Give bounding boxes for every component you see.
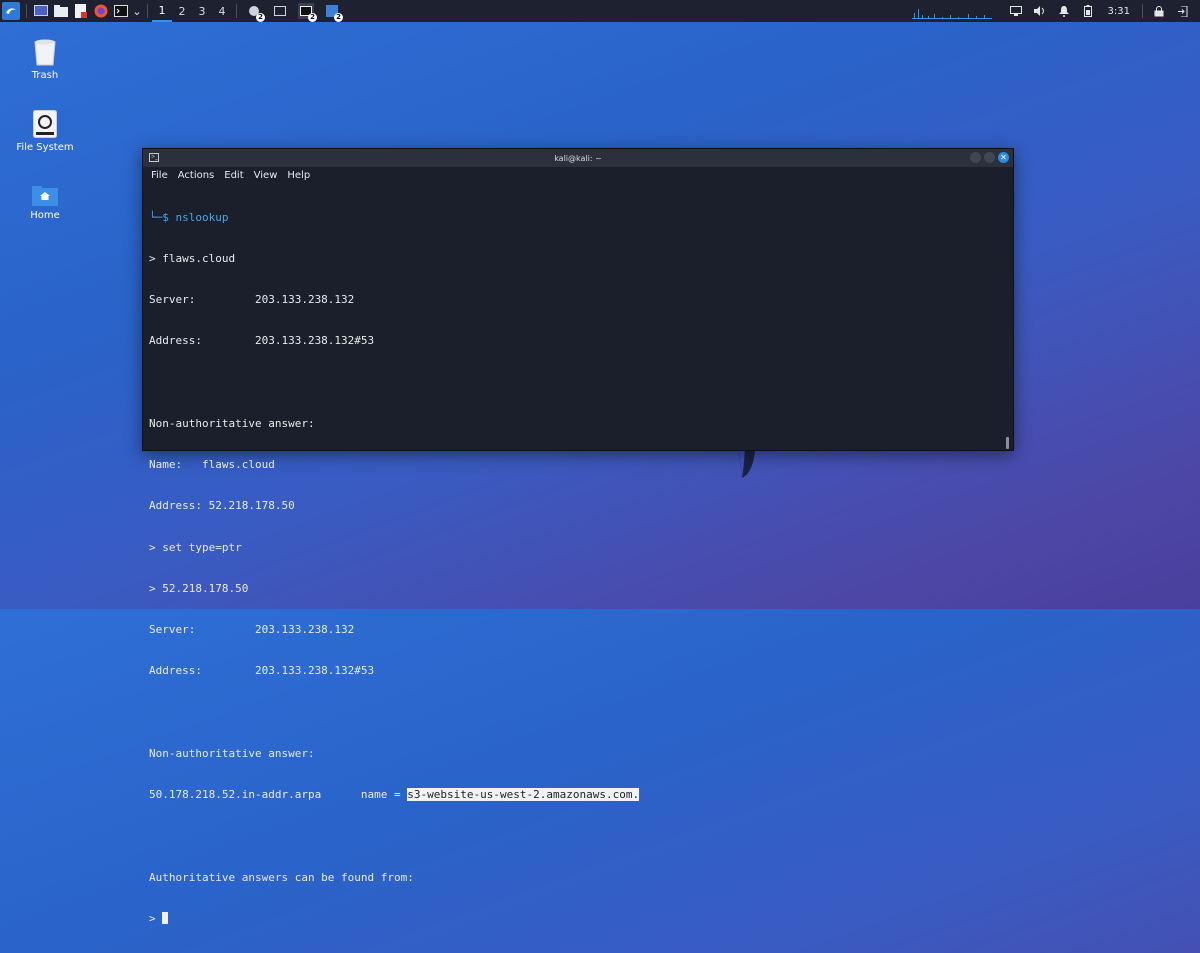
desktop-icon-home[interactable]: Home	[5, 186, 85, 221]
firefox-icon[interactable]	[93, 3, 109, 19]
selected-hostname[interactable]: s3-website-us-west-2.amazonaws.com.	[407, 788, 640, 801]
desktop-icon-label: File System	[16, 142, 74, 153]
ptr-record-text: 50.178.218.52.in-addr.arpa name =	[149, 788, 408, 801]
window-button-group-4[interactable]: 2	[324, 3, 343, 22]
separator	[26, 4, 27, 18]
input-prompt: >	[149, 911, 163, 925]
desktop-icon-label: Trash	[31, 70, 59, 81]
maximize-button[interactable]	[984, 152, 995, 163]
battery-icon[interactable]	[1081, 4, 1095, 18]
terminal-line: > set type=ptr	[149, 540, 242, 554]
terminal-launcher-icon[interactable]	[113, 3, 129, 19]
trash-icon	[34, 39, 56, 66]
terminal-line: Authoritative answers can be found from:	[149, 870, 414, 884]
window-button-group-2[interactable]	[272, 3, 288, 19]
notification-bell-icon[interactable]	[1057, 4, 1071, 18]
scrollbar[interactable]	[1006, 437, 1009, 449]
terminal-line: Name: flaws.cloud	[149, 458, 275, 471]
volume-icon[interactable]	[1033, 4, 1047, 18]
menu-view[interactable]: View	[254, 170, 278, 181]
desktop-icon-trash[interactable]: Trash	[5, 38, 85, 81]
terminal-line: Non-authoritative answer:	[149, 416, 315, 430]
terminal-line: > flaws.cloud	[149, 251, 236, 265]
separator	[147, 4, 148, 18]
chevron-down-icon[interactable]: ⌄	[132, 3, 141, 19]
terminal-line: Server: 203.133.238.132	[149, 623, 355, 636]
workspace-4[interactable]: 4	[212, 0, 232, 22]
window-count-badge: 2	[256, 13, 265, 22]
system-tray: 3:31	[911, 0, 1200, 22]
window-count-badge: 2	[308, 13, 317, 22]
menu-help[interactable]: Help	[287, 170, 310, 181]
menu-file[interactable]: File	[151, 170, 168, 181]
clock[interactable]: 3:31	[1108, 6, 1130, 17]
desktop-icon-file-system[interactable]: File System	[5, 110, 85, 153]
terminal-window-icon: >_	[149, 153, 159, 162]
window-title: kali@kali: ~	[554, 153, 602, 163]
menu-bar: File Actions Edit View Help	[143, 167, 1013, 183]
terminal-line: Server: 203.133.238.132	[149, 293, 355, 306]
separator	[236, 4, 237, 18]
top-panel: ⌄ 1 2 3 4 2 2 2 3:31	[0, 0, 1200, 22]
workspace-3[interactable]: 3	[192, 0, 212, 22]
terminal-line: Non-authoritative answer:	[149, 746, 315, 760]
terminal-line: > 52.218.178.50	[149, 581, 249, 595]
terminal-window[interactable]: >_ kali@kali: ~ ✕ File Actions Edit View…	[142, 148, 1014, 925]
file-manager-icon[interactable]	[53, 3, 69, 19]
prompt-prefix: └─$	[149, 210, 176, 224]
separator	[1142, 4, 1143, 18]
home-folder-icon	[32, 186, 58, 206]
terminal-line: Address: 203.133.238.132#53	[149, 664, 375, 678]
terminal-line: └─$ nslookup	[149, 211, 1003, 225]
terminal-line: Address: 52.218.178.50	[149, 499, 295, 513]
window-button-group-3[interactable]: 2	[298, 3, 317, 22]
text-cursor	[162, 911, 169, 924]
minimize-button[interactable]	[970, 152, 981, 163]
terminal-line: >	[149, 911, 1003, 926]
workspace-1[interactable]: 1	[152, 0, 172, 22]
text-editor-icon[interactable]	[73, 3, 89, 19]
title-bar[interactable]: >_ kali@kali: ~ ✕	[143, 149, 1013, 167]
workspace-2[interactable]: 2	[172, 0, 192, 22]
drive-icon	[33, 110, 57, 138]
show-desktop-icon[interactable]	[33, 3, 49, 19]
terminal-line: 50.178.218.52.in-addr.arpa name = s3-web…	[149, 788, 1003, 802]
kali-menu-icon[interactable]	[2, 2, 20, 20]
cpu-graph	[911, 9, 992, 19]
window-count-badge: 2	[334, 13, 343, 22]
lock-icon[interactable]	[1152, 4, 1166, 18]
close-button[interactable]: ✕	[998, 152, 1009, 163]
command-text: nslookup	[175, 210, 229, 224]
terminal-output[interactable]: └─$ nslookup > flaws.cloud Server: 203.1…	[149, 183, 1003, 925]
window-controls: ✕	[967, 152, 1009, 163]
network-icon[interactable]	[1009, 4, 1023, 18]
menu-actions[interactable]: Actions	[178, 170, 215, 181]
logout-icon[interactable]	[1176, 4, 1190, 18]
terminal-line: Address: 203.133.238.132#53	[149, 334, 375, 348]
menu-edit[interactable]: Edit	[224, 170, 243, 181]
desktop-icon-label: Home	[30, 210, 60, 221]
window-button-group-1[interactable]: 2	[246, 3, 265, 22]
